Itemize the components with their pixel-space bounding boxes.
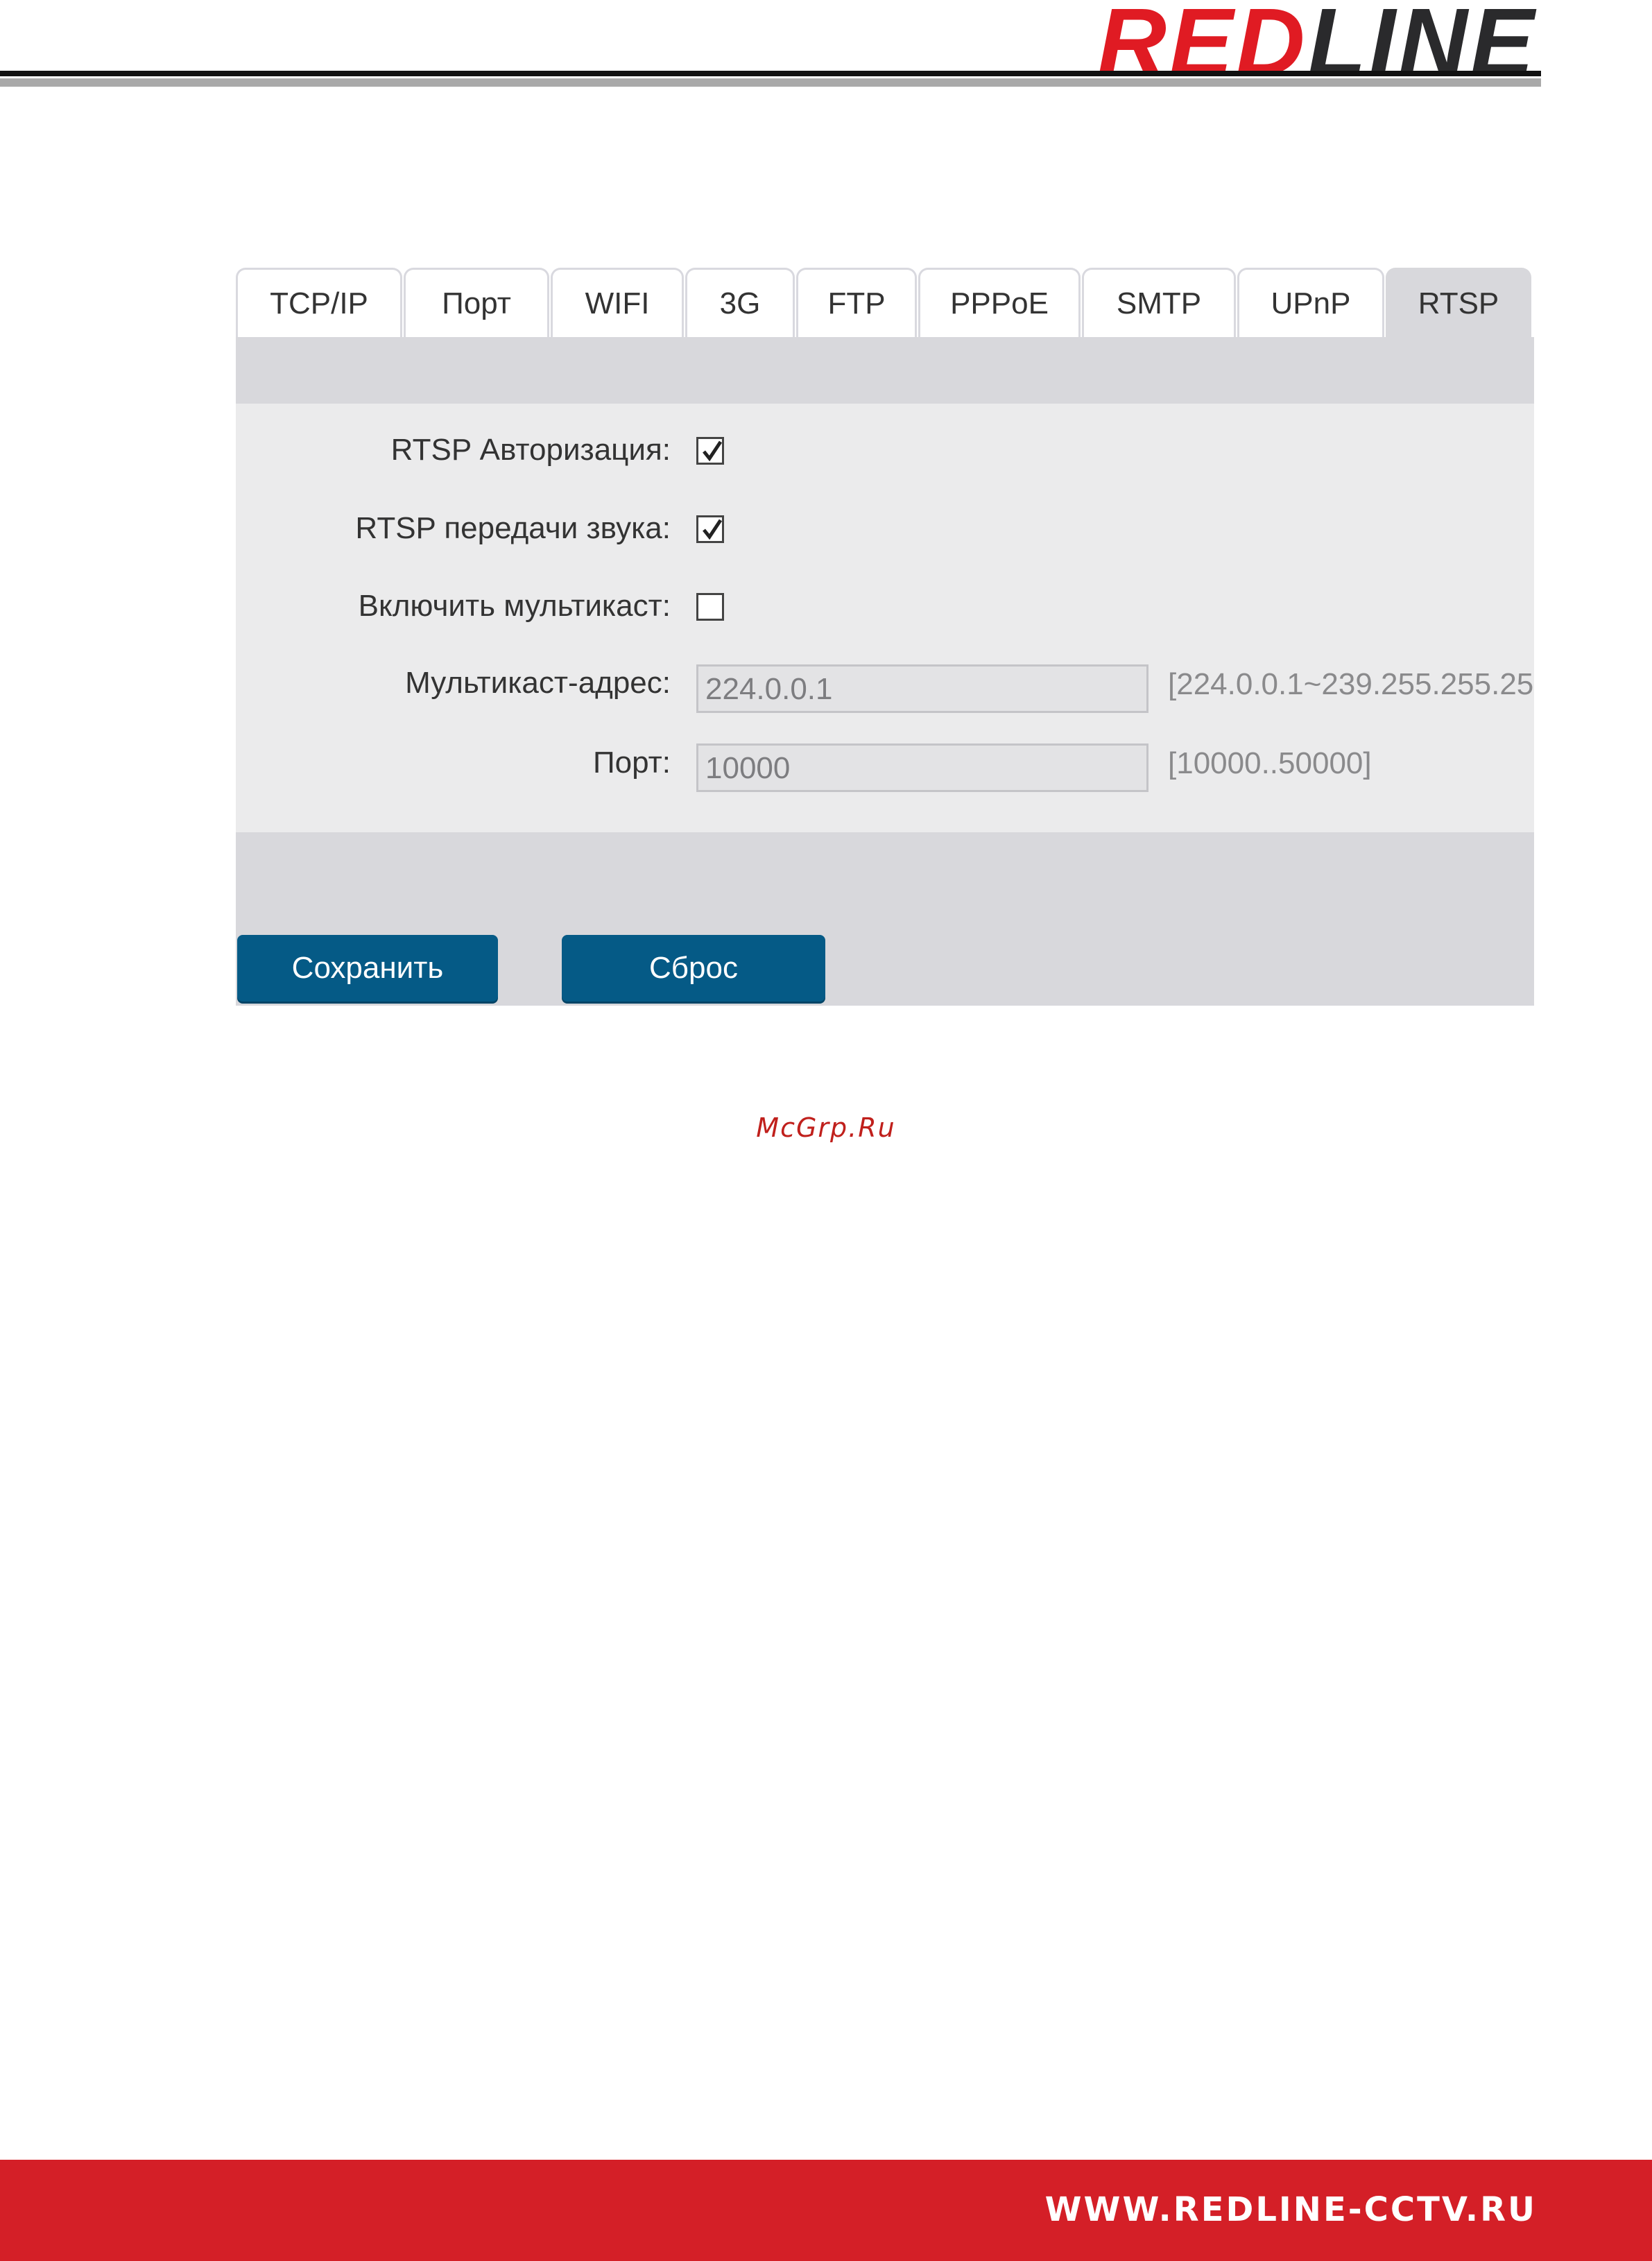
rtsp-auth-checkbox[interactable]	[696, 437, 724, 465]
rtsp-audio-label: RTSP передачи звука:	[355, 511, 671, 545]
watermark-text: McGrp.Ru	[756, 1112, 896, 1143]
rtsp-settings-panel: TCP/IP Порт WIFI 3G FTP PPPoE SMTP UPnP …	[236, 268, 1534, 1006]
tab-tcpip[interactable]: TCP/IP	[236, 268, 402, 337]
tab-ftp[interactable]: FTP	[796, 268, 917, 337]
multicast-enable-label: Включить мультикаст:	[358, 589, 671, 623]
footer-url: WWW.REDLINE-CCTV.RU	[1044, 2190, 1537, 2229]
port-input[interactable]: 10000	[696, 743, 1148, 792]
panel-top-band	[236, 337, 1534, 404]
header-rule	[0, 71, 1541, 76]
header-rule-shadow	[0, 78, 1541, 87]
form-area: RTSP Авторизация: RTSP передачи звука: В…	[236, 404, 1534, 832]
tab-port[interactable]: Порт	[404, 268, 549, 337]
port-label: Порт:	[593, 746, 671, 780]
checkmark-icon	[703, 440, 723, 462]
tab-smtp[interactable]: SMTP	[1082, 268, 1236, 337]
tab-3g[interactable]: 3G	[685, 268, 795, 337]
reset-button[interactable]: Сброс	[562, 935, 825, 1001]
port-hint: [10000..50000]	[1168, 746, 1372, 780]
tab-wifi[interactable]: WIFI	[551, 268, 684, 337]
checkmark-icon	[703, 519, 723, 540]
brand-logo: REDLINE	[1097, 0, 1537, 90]
tab-upnp[interactable]: UPnP	[1237, 268, 1384, 337]
tab-rtsp[interactable]: RTSP	[1386, 268, 1531, 337]
rtsp-auth-label: RTSP Авторизация:	[390, 433, 671, 467]
multicast-enable-checkbox[interactable]	[696, 593, 724, 621]
tab-pppoe[interactable]: PPPoE	[918, 268, 1081, 337]
tab-bar: TCP/IP Порт WIFI 3G FTP PPPoE SMTP UPnP …	[236, 268, 1534, 337]
save-button[interactable]: Сохранить	[237, 935, 498, 1001]
rtsp-audio-checkbox[interactable]	[696, 515, 724, 543]
multicast-address-input[interactable]: 224.0.0.1	[696, 664, 1148, 713]
multicast-address-label: Мультикаст-адрес:	[405, 666, 671, 700]
multicast-address-hint: [224.0.0.1~239.255.255.255]	[1168, 667, 1534, 701]
footer-bar: WWW.REDLINE-CCTV.RU	[0, 2160, 1652, 2261]
